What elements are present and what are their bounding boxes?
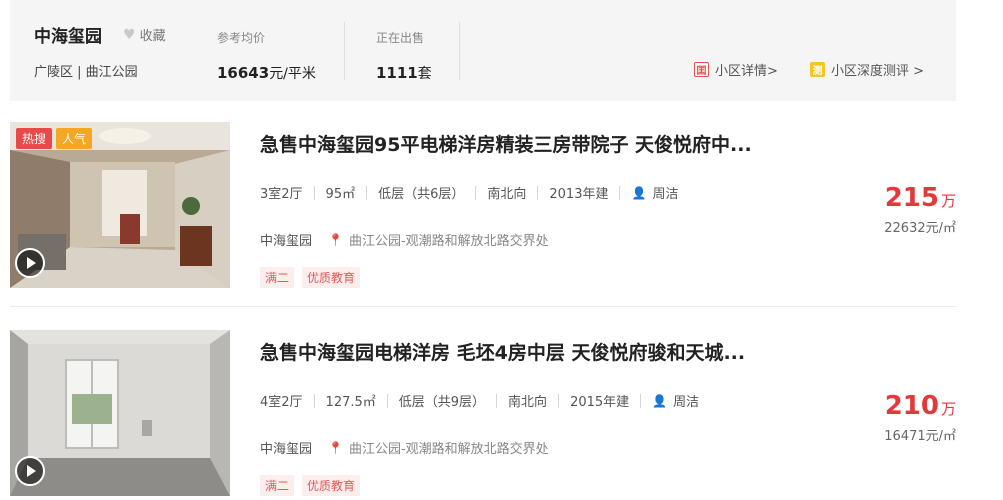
price-block: 215 万 22632元/㎡ [884,183,956,236]
detail-icon: 囯 [694,62,709,77]
avg-price-value: 16643 [217,64,270,82]
price-block: 210 万 16471元/㎡ [884,391,956,444]
community-header: 中海玺园 ♥ 收藏 广陵区 | 曲江公园 参考均价 16643元/平米 正在出售… [10,0,956,101]
location-pin-icon: 📍 [328,440,343,455]
layout: 4室2厅 [260,395,303,410]
agent-name[interactable]: 周洁 [652,183,678,202]
listing-attributes: 3室2厅 95㎡ 低层（共6层） 南北向 2013年建 👤 周洁 [260,183,678,202]
on-sale-stat: 正在出售 1111套 [376,29,432,83]
tag: 优质教育 [302,267,361,288]
favorite-label: 收藏 [139,29,166,44]
area: 127.5㎡ [325,395,376,410]
price-unit: 万 [940,400,956,418]
listing-title[interactable]: 急售中海玺园95平电梯洋房精装三房带院子 天俊悦府中... [260,130,752,157]
divider [459,22,460,80]
hot-search-badge: 热搜 [16,128,53,149]
heart-icon: ♥ [123,26,136,43]
community-review-label: 小区深度测评 > [831,64,925,79]
community-name[interactable]: 中海玺园 [34,22,102,47]
floor: 低层（共9层） [398,395,486,410]
on-sale-label: 正在出售 [376,31,425,45]
on-sale-value: 1111 [376,64,418,82]
review-icon: 测 [810,62,825,77]
listing-card[interactable]: 急售中海玺园电梯洋房 毛坯4房中层 天俊悦府骏和天城... 4室2厅 127.5… [10,328,956,500]
listing-title[interactable]: 急售中海玺园电梯洋房 毛坯4房中层 天俊悦府骏和天城... [260,338,745,365]
community-review-link[interactable]: 测 小区深度测评 > [810,60,924,79]
community-link[interactable]: 中海玺园 [260,438,312,457]
tag: 优质教育 [302,475,361,496]
orientation: 南北向 [487,187,527,202]
play-video-icon[interactable] [15,248,45,278]
layout: 3室2厅 [260,187,303,202]
orientation: 南北向 [508,395,548,410]
unit-price: 22632元/㎡ [884,221,956,236]
listing-address: 中海玺园 📍 曲江公园-观潮路和解放北路交界处 [260,230,549,250]
listing-photo[interactable] [10,330,230,496]
listing-tags: 满二 优质教育 [260,475,361,496]
unit-price: 16471元/㎡ [884,429,956,444]
agent-icon: 👤 [652,393,668,408]
street-address: 曲江公园-观潮路和解放北路交界处 [348,442,549,457]
listing-card[interactable]: 热搜 人气 急售中海玺园95平电梯洋房精装三房带院子 天俊悦府中... 3室2厅… [10,120,956,292]
agent-icon: 👤 [631,185,647,200]
listing-tags: 满二 优质教育 [260,267,361,288]
listing-address: 中海玺园 📍 曲江公园-观潮路和解放北路交界处 [260,438,549,458]
listing-attributes: 4室2厅 127.5㎡ 低层（共9层） 南北向 2015年建 👤 周洁 [260,391,699,410]
build-year: 2015年建 [570,395,630,410]
avg-price-stat: 参考均价 16643元/平米 [217,29,316,83]
tag: 满二 [260,267,295,288]
price-unit: 万 [940,192,956,210]
build-year: 2013年建 [549,187,609,202]
avg-price-unit: 元/平米 [269,66,316,82]
location-pin-icon: 📍 [328,232,343,247]
avg-price-label: 参考均价 [217,31,266,45]
community-detail-label: 小区详情> [715,64,778,79]
community-location: 广陵区 | 曲江公园 [34,65,138,80]
total-price: 215 [884,183,939,213]
agent-name[interactable]: 周洁 [673,391,699,410]
play-video-icon[interactable] [15,456,45,486]
community-link[interactable]: 中海玺园 [260,230,312,249]
floor: 低层（共6层） [378,187,465,202]
listing-photo[interactable]: 热搜 人气 [10,122,230,288]
street-address: 曲江公园-观潮路和解放北路交界处 [348,234,549,249]
community-detail-link[interactable]: 囯 小区详情> [694,60,778,79]
divider [344,22,345,80]
favorite-button[interactable]: ♥ 收藏 [123,25,166,45]
total-price: 210 [884,391,939,421]
popular-badge: 人气 [56,128,93,149]
tag: 满二 [260,475,295,496]
on-sale-unit: 套 [417,66,432,82]
listing-divider [10,306,956,307]
area: 95㎡ [325,187,356,202]
